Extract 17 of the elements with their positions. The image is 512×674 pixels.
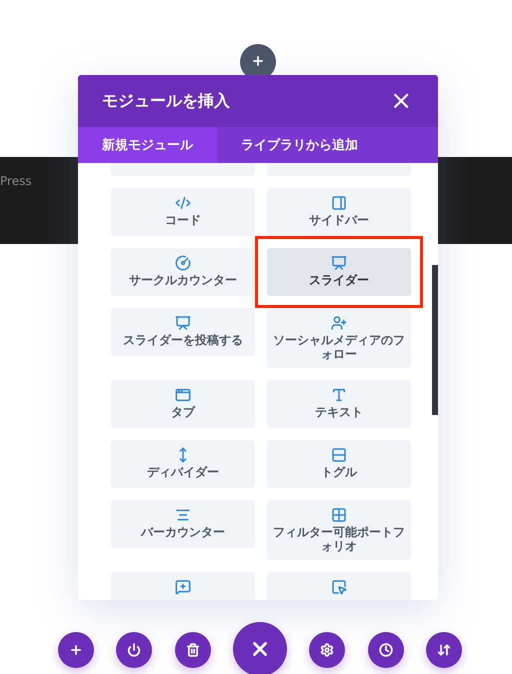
module-card[interactable]: サークルカウンター [111, 248, 255, 296]
module-card[interactable]: フィルター可能ポートフォリオ [267, 500, 411, 560]
dialog-title: モジュールを挿入 [102, 90, 230, 112]
module-card[interactable]: サイドバー [267, 188, 411, 236]
dialog-tab[interactable]: 新規モジュール [78, 127, 217, 163]
section-text: Press [0, 174, 32, 188]
module-card[interactable]: トグル [267, 440, 411, 488]
module-card[interactable]: テキスト [267, 380, 411, 428]
module-card[interactable]: スライダーを投稿する [111, 308, 255, 356]
module-card[interactable]: コード [111, 188, 255, 236]
module-card[interactable]: バーカウンター [111, 500, 255, 548]
dialog-tab[interactable]: ライブラリから追加 [217, 127, 382, 163]
module-card[interactable]: ディバイダー [111, 440, 255, 488]
close-button[interactable]: × [388, 88, 414, 114]
module-card[interactable]: タブ [111, 380, 255, 428]
module-card[interactable]: ソーシャルメディアのフォロー [267, 308, 411, 368]
module-card[interactable]: スライダー [267, 248, 411, 296]
